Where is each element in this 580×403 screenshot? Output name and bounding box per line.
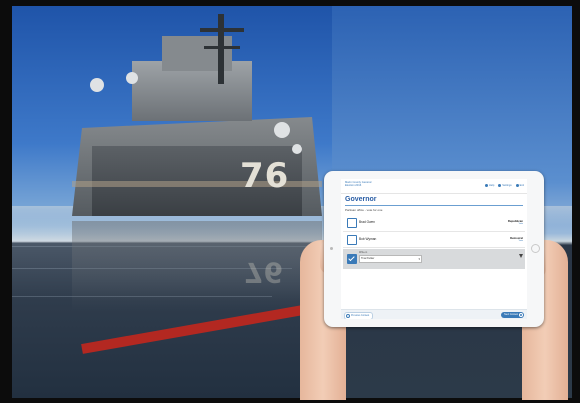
exit-link[interactable]: Exit [515, 184, 524, 187]
help-link[interactable]: Help [484, 184, 495, 187]
writein-checkbox[interactable] [347, 254, 357, 264]
candidate-checkbox[interactable] [347, 235, 357, 245]
settings-link[interactable]: Settings [498, 184, 512, 187]
settings-link-label: Settings [502, 184, 512, 187]
writein-input[interactable]: Tina Parker ▾ [359, 255, 422, 263]
ballot-footer: Previous Contest Next Contest [341, 309, 527, 319]
ship-mast-yard [200, 28, 244, 32]
next-contest-button[interactable]: Next Contest [501, 312, 524, 318]
contest-instruction: Partisan office - vote for one [345, 208, 383, 212]
candidate-party-sub: Vote [518, 223, 523, 225]
home-button[interactable] [531, 244, 540, 253]
writein-row[interactable]: Write-in Tina Parker ▾ [343, 249, 525, 269]
row-divider [343, 247, 525, 248]
hull-number: 76 [240, 156, 290, 196]
next-arrow-icon [519, 313, 523, 317]
writein-label: Write-in [359, 251, 368, 254]
ballot-screen: Marin County General Election 2016 Help … [341, 179, 527, 319]
candidate-party-sub: Vote [518, 240, 523, 242]
writein-value: Tina Parker [361, 257, 375, 260]
exit-link-label: Exit [519, 184, 524, 187]
contest-title: Governor [345, 196, 377, 203]
radome [90, 78, 104, 92]
ship-reflection [72, 221, 322, 311]
chevron-down-icon: ▾ [418, 257, 420, 261]
election-name: Marin County General Election 2016 [345, 181, 371, 187]
settings-icon [498, 184, 502, 187]
candidate-row[interactable]: Bob Wyman Democrat Vote [343, 233, 525, 247]
ballot-header: Marin County General Election 2016 Help … [341, 179, 527, 194]
exit-icon [515, 184, 519, 187]
radome [126, 72, 138, 84]
row-divider [343, 231, 525, 232]
tablet: Marin County General Election 2016 Help … [324, 171, 544, 327]
back-arrow-icon [346, 314, 350, 318]
candidate-row[interactable]: Brad Owen Republican Vote [343, 216, 525, 230]
ship-mast [218, 14, 224, 84]
candidate-name: Brad Owen [359, 220, 375, 224]
radome [274, 122, 290, 138]
front-camera [330, 247, 333, 250]
help-link-label: Help [488, 184, 495, 187]
arrow-pointer-icon [519, 254, 523, 258]
header-links: Help Settings Exit [484, 184, 524, 187]
candidate-checkbox[interactable] [347, 218, 357, 228]
title-divider [345, 205, 523, 206]
ship-mast-yard [204, 46, 240, 49]
election-name-line2: Election 2016 [345, 184, 362, 188]
previous-contest-button[interactable]: Previous Contest [344, 312, 374, 319]
candidate-name: Bob Wyman [359, 237, 377, 241]
hull-number-reflection: 76 [244, 256, 283, 289]
radome [292, 144, 302, 154]
previous-contest-label: Previous Contest [351, 314, 370, 317]
help-icon [484, 184, 488, 187]
next-contest-label: Next Contest [504, 313, 518, 316]
